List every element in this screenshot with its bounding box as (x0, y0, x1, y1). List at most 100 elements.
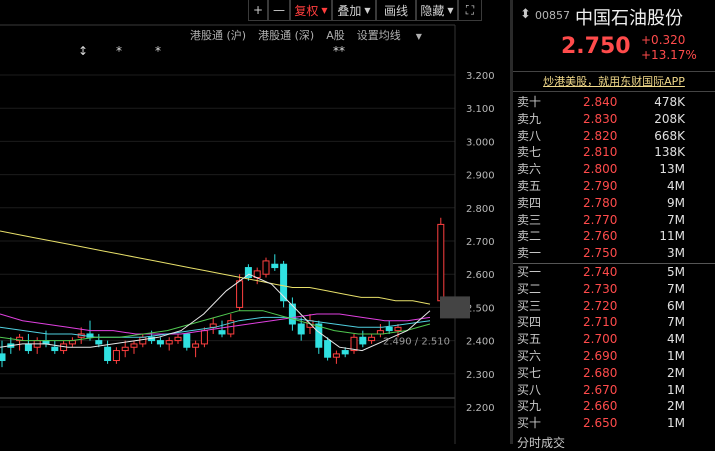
candle-body (280, 263, 288, 302)
ma-settings-dropdown[interactable]: 设置均线 ▼ (357, 27, 434, 43)
level-volume: 138K (654, 145, 685, 160)
a-share-link[interactable]: A股 (326, 27, 345, 43)
ask-row[interactable]: 卖四 2.780 9M (513, 195, 715, 211)
bid-row[interactable]: 买八 2.670 1M (513, 382, 715, 398)
ma-line-yellow (0, 230, 431, 305)
level-price: 2.690 (583, 349, 618, 363)
level-volume: 208K (654, 111, 685, 126)
candle-body (130, 343, 138, 348)
overlay-dropdown[interactable]: 叠加 ▼ (332, 0, 376, 21)
level-volume: 13M (659, 162, 685, 177)
zoom-in-button[interactable]: + (248, 0, 268, 21)
promo-banner-link[interactable]: 炒港美股，就用东财国际APP (513, 71, 715, 92)
hide-dropdown[interactable]: 隐藏 ▼ (416, 0, 458, 21)
candle-body (183, 333, 191, 348)
bid-row[interactable]: 买七 2.680 2M (513, 365, 715, 381)
level-label: 买四 (517, 315, 542, 330)
y-tick-label: 3.100 (466, 104, 495, 115)
ask-row[interactable]: 卖三 2.770 7M (513, 212, 715, 228)
bid-row[interactable]: 买二 2.730 7M (513, 281, 715, 297)
bid-row[interactable]: 买十 2.650 1M (513, 415, 715, 431)
hk-connect-sh-link[interactable]: 港股通 (沪) (190, 27, 246, 43)
level-price: 2.810 (583, 145, 618, 160)
event-marker[interactable]: ↕ (78, 44, 88, 58)
level-price: 2.680 (583, 365, 618, 380)
level-label: 卖五 (517, 179, 542, 193)
ask-row[interactable]: 卖一 2.750 3M (513, 245, 715, 261)
level-volume: 2M (667, 399, 685, 414)
candle-body (156, 340, 164, 345)
level-label: 买九 (517, 399, 542, 414)
event-marker[interactable]: * (116, 44, 122, 58)
arrow-up-down-icon[interactable]: ⬍ (520, 7, 531, 22)
candle-body (112, 350, 120, 362)
level-volume: 4M (667, 179, 685, 193)
stock-name: 中国石油股份 (575, 8, 683, 29)
tick-trades-tab[interactable]: 分时成交 (517, 434, 565, 451)
level-volume: 9M (667, 195, 685, 210)
level-label: 买一 (517, 265, 542, 279)
bid-row[interactable]: 买三 2.720 6M (513, 298, 715, 314)
candle-body (192, 343, 200, 348)
level-label: 卖十 (517, 95, 542, 109)
last-price: 2.750 (561, 34, 631, 59)
bid-row[interactable]: 买九 2.660 2M (513, 398, 715, 414)
level-price: 2.830 (583, 111, 618, 126)
candle-body (385, 326, 393, 332)
ask-row[interactable]: 卖十 2.840 478K (513, 94, 715, 110)
stock-code: 00857 (535, 9, 570, 22)
change-percent: +13.17% (641, 48, 697, 62)
ask-row[interactable]: 卖二 2.760 11M (513, 228, 715, 244)
candle-body (394, 326, 402, 332)
ask-row[interactable]: 卖七 2.810 138K (513, 144, 715, 160)
fuquan-dropdown[interactable]: 复权 ▼ (290, 0, 332, 21)
level-label: 买三 (517, 298, 542, 313)
level-price: 2.770 (583, 212, 618, 227)
candlestick-chart[interactable]: 3.200 3.100 3.000 2.900 2.800 2.700 2.600 2.500… (0, 0, 510, 444)
fullscreen-icon[interactable]: ⛶ (458, 0, 482, 21)
ask-row[interactable]: 卖九 2.830 208K (513, 111, 715, 127)
level-volume: 2M (667, 365, 685, 380)
ask-row[interactable]: 卖八 2.820 668K (513, 128, 715, 144)
level-price: 2.750 (583, 246, 618, 261)
level-label: 买八 (517, 382, 542, 397)
bid-row[interactable]: 买五 2.700 4M (513, 331, 715, 347)
level-label: 卖二 (517, 229, 542, 244)
y-tick-label: 3.000 (466, 137, 495, 148)
bid-row[interactable]: 买四 2.710 7M (513, 314, 715, 330)
level-label: 卖四 (517, 195, 542, 210)
candle-body (324, 340, 332, 358)
bid-row[interactable]: 买六 2.690 1M (513, 348, 715, 364)
y-tick-label: 2.800 (466, 204, 495, 215)
bid-row[interactable]: 买一 2.740 5M (513, 264, 715, 280)
level-volume: 6M (667, 298, 685, 313)
price-change: +0.320 +13.17% (641, 33, 697, 63)
y-tick-label: 2.200 (466, 403, 495, 414)
candle-body (359, 336, 367, 345)
orderbook-divider (513, 263, 715, 264)
hk-connect-sz-link[interactable]: 港股通 (深) (258, 27, 314, 43)
level-label: 买二 (517, 281, 542, 296)
stock-header: ⬍ 00857 中国石油股份 2.750 +0.320 +13.17% (513, 0, 715, 70)
level-volume: 7M (667, 281, 685, 296)
level-volume: 4M (667, 332, 685, 347)
candle-body (437, 223, 445, 302)
level-price: 2.800 (583, 162, 618, 177)
candle-body (200, 330, 208, 345)
level-label: 卖一 (517, 246, 542, 261)
event-marker[interactable]: * (155, 44, 161, 58)
ask-row[interactable]: 卖六 2.800 13M (513, 161, 715, 177)
draw-line-button[interactable]: 画线 (376, 0, 416, 21)
overlay-label: 叠加 (337, 3, 362, 18)
zoom-out-button[interactable]: — (268, 0, 290, 21)
level-price: 2.700 (583, 332, 618, 347)
event-marker[interactable]: ** (333, 44, 345, 58)
candle-body (104, 346, 112, 362)
ask-row[interactable]: 卖五 2.790 4M (513, 178, 715, 194)
level-volume: 1M (667, 382, 685, 397)
level-price: 2.840 (583, 95, 618, 109)
event-markers: ↕ * * ** (0, 44, 460, 60)
level-price: 2.740 (583, 265, 618, 279)
kline-chart-panel[interactable]: 3.200 3.100 3.000 2.900 2.800 2.700 2.600 2.500… (0, 0, 510, 444)
chevron-down-icon: ▼ (447, 5, 454, 15)
